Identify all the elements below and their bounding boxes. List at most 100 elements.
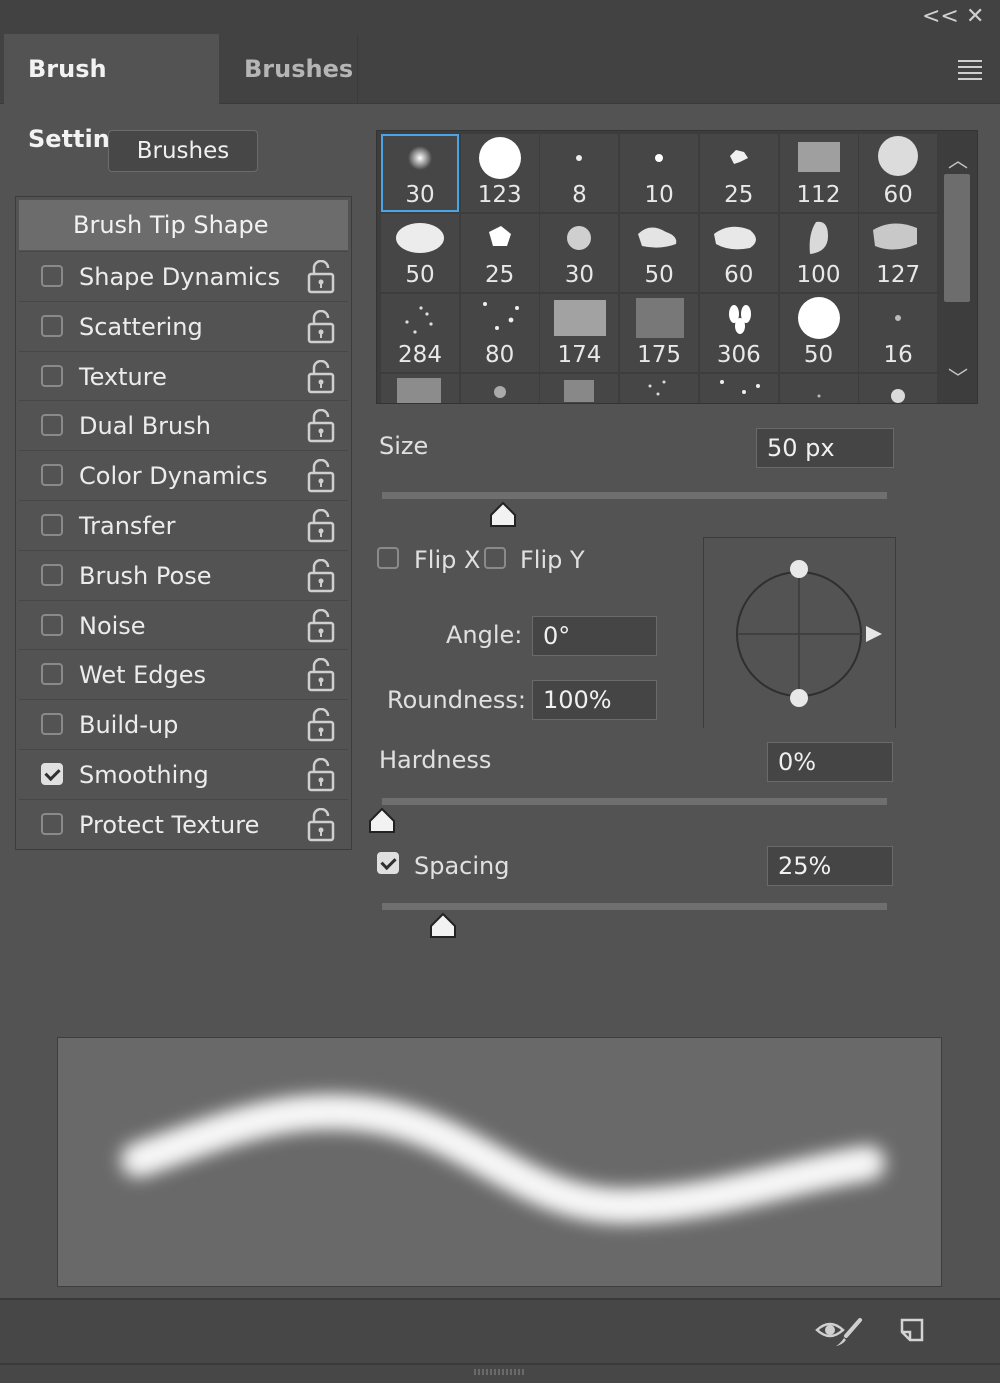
scroll-down-icon[interactable]: ﹀	[948, 362, 968, 391]
brush-preset[interactable]: 284	[381, 294, 459, 372]
option-color-dynamics[interactable]: Color Dynamics	[19, 450, 348, 500]
option-texture[interactable]: Texture	[19, 350, 348, 401]
scroll-up-icon[interactable]: ︿	[948, 144, 968, 173]
brush-preset[interactable]	[381, 374, 459, 403]
hardness-slider-track[interactable]	[382, 798, 887, 805]
hardness-input[interactable]: 0%	[767, 742, 893, 782]
option-checkbox[interactable]	[41, 563, 63, 586]
lock-icon[interactable]	[306, 658, 336, 692]
lock-icon[interactable]	[306, 707, 336, 742]
new-preset-icon[interactable]	[898, 1316, 926, 1346]
angle-dial-icon[interactable]	[704, 538, 897, 729]
option-checkbox[interactable]	[41, 314, 63, 337]
size-slider-track[interactable]	[382, 492, 887, 499]
flip-x-checkbox[interactable]	[377, 547, 399, 569]
brush-preset[interactable]: 123	[460, 134, 539, 212]
scrollbar-thumb[interactable]	[944, 174, 970, 302]
brush-preset[interactable]: 60	[859, 134, 938, 212]
brush-preset[interactable]	[620, 374, 699, 403]
option-scattering[interactable]: Scattering	[19, 300, 348, 351]
brushes-button[interactable]: Brushes	[108, 130, 258, 172]
brush-preset[interactable]: 16	[859, 294, 938, 372]
option-wet-edges[interactable]: Wet Edges	[19, 649, 348, 699]
option-smoothing[interactable]: Smoothing	[19, 749, 348, 799]
option-label: Brush Pose	[79, 561, 212, 590]
option-checkbox[interactable]	[41, 812, 63, 835]
lock-icon[interactable]	[306, 807, 336, 842]
roundness-input[interactable]: 100%	[532, 680, 657, 720]
tab-brushes[interactable]: Brushes	[220, 34, 358, 104]
preset-scrollbar[interactable]: ︿ ﹀	[940, 134, 976, 400]
option-checkbox[interactable]	[41, 265, 63, 287]
hardness-slider-handle[interactable]	[367, 807, 397, 835]
option-noise[interactable]: Noise	[19, 599, 348, 650]
option-checkbox[interactable]	[41, 713, 63, 736]
brush-preset[interactable]: 306	[699, 294, 778, 372]
brush-preset[interactable]	[779, 374, 858, 403]
brush-preset[interactable]: 80	[460, 294, 539, 372]
option-checkbox[interactable]	[41, 364, 63, 387]
brush-preset[interactable]: 175	[620, 294, 699, 372]
size-input[interactable]: 50 px	[756, 428, 894, 468]
lock-icon[interactable]	[306, 608, 336, 643]
panel-menu-icon[interactable]	[958, 60, 982, 84]
brush-preset[interactable]: 50	[620, 214, 699, 292]
option-checkbox[interactable]	[41, 763, 63, 785]
angle-roundness-widget[interactable]	[703, 537, 896, 728]
brush-preset[interactable]: 8	[540, 134, 619, 212]
lock-icon[interactable]	[306, 458, 336, 493]
option-brush-pose[interactable]: Brush Pose	[19, 549, 348, 600]
brush-preset[interactable]: 10	[620, 134, 699, 212]
brush-preset[interactable]: 100	[779, 214, 858, 292]
lock-icon[interactable]	[306, 259, 336, 294]
brush-preset[interactable]: 30	[540, 214, 619, 292]
brush-preset[interactable]: 127	[859, 214, 938, 292]
brush-preset[interactable]: 25	[699, 134, 778, 212]
brush-preset-size: 60	[883, 182, 913, 208]
brush-preset[interactable]: 50	[779, 294, 858, 372]
angle-input[interactable]: 0°	[532, 616, 657, 656]
option-checkbox[interactable]	[41, 613, 63, 636]
spacing-slider-handle[interactable]	[428, 912, 458, 940]
option-shape-dynamics[interactable]: Shape Dynamics	[19, 251, 348, 301]
close-panel-icon[interactable]: ✕	[966, 4, 984, 29]
lock-icon[interactable]	[306, 359, 336, 394]
lock-icon[interactable]	[306, 409, 336, 443]
resize-grip-icon[interactable]	[474, 1369, 524, 1375]
flip-y-checkbox[interactable]	[484, 547, 506, 569]
tab-brush-settings[interactable]: Brush Settings	[4, 34, 219, 153]
option-build-up[interactable]: Build-up	[19, 699, 348, 749]
brush-preset[interactable]	[540, 374, 619, 403]
size-slider-handle[interactable]	[488, 501, 518, 529]
option-dual-brush[interactable]: Dual Brush	[19, 400, 348, 450]
option-label: Shape Dynamics	[79, 263, 281, 291]
brush-preset[interactable]: 174	[540, 294, 619, 372]
brush-preset[interactable]	[460, 374, 539, 403]
brush-preset[interactable]	[699, 374, 778, 403]
brush-preset[interactable]: 50	[381, 214, 459, 292]
spacing-slider-track[interactable]	[382, 903, 887, 910]
brush-preset-size: 10	[644, 182, 674, 208]
lock-icon[interactable]	[306, 508, 336, 543]
brush-preset[interactable]: 25	[460, 214, 539, 292]
stroke-preview-image	[121, 1094, 885, 1224]
brush-preset[interactable]: 30	[381, 134, 459, 212]
lock-icon[interactable]	[306, 757, 336, 792]
option-checkbox[interactable]	[41, 414, 63, 437]
option-checkbox[interactable]	[41, 464, 63, 487]
brush-tip-shape-item[interactable]: Brush Tip Shape	[19, 200, 348, 250]
collapse-panel-icon[interactable]: <<	[922, 4, 959, 29]
eye-brush-icon[interactable]	[814, 1316, 864, 1348]
brush-preset[interactable]: 60	[699, 214, 778, 292]
spacing-checkbox[interactable]	[377, 852, 399, 874]
panel-footer	[0, 1298, 1000, 1383]
spacing-input[interactable]: 25%	[767, 846, 893, 886]
option-transfer[interactable]: Transfer	[19, 500, 348, 550]
lock-icon[interactable]	[306, 558, 336, 593]
lock-icon[interactable]	[306, 309, 336, 344]
option-checkbox[interactable]	[41, 514, 63, 536]
option-protect-texture[interactable]: Protect Texture	[19, 798, 348, 849]
brush-preset[interactable]: 112	[779, 134, 858, 212]
brush-preset[interactable]	[859, 374, 938, 403]
option-checkbox[interactable]	[41, 663, 63, 686]
